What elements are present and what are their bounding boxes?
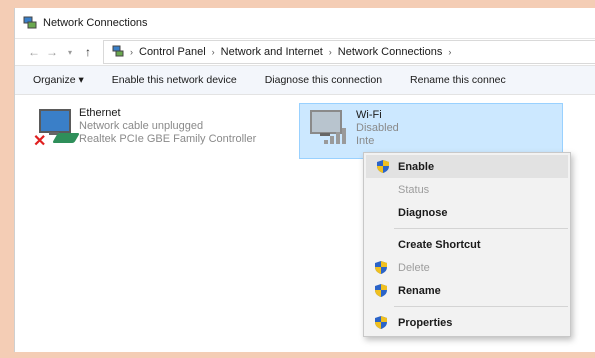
- enable-device-button[interactable]: Enable this network device: [98, 74, 251, 86]
- breadcrumb-dropdown-icon[interactable]: ›: [448, 47, 451, 57]
- ethernet-connection[interactable]: ✕ Ethernet Network cable unplugged Realt…: [33, 107, 257, 150]
- connection-adapter: Realtek PCIe GBE Family Controller: [79, 133, 257, 145]
- breadcrumb-separator-icon: ›: [130, 47, 133, 57]
- breadcrumb-network-and-internet[interactable]: Network and Internet: [221, 46, 323, 58]
- uac-shield-icon: [374, 315, 388, 330]
- title-bar: Network Connections: [15, 8, 595, 38]
- context-menu: Enable Status Diagnose Create Shortcut D…: [363, 152, 571, 337]
- forward-arrow-icon[interactable]: →: [43, 45, 61, 59]
- recent-dropdown-icon[interactable]: ▾: [61, 48, 79, 57]
- up-arrow-icon[interactable]: ↑: [79, 45, 97, 59]
- address-bar-row: ← → ▾ ↑ › Control Panel › Network and In…: [15, 38, 595, 65]
- ethernet-adapter-icon: ✕: [33, 107, 80, 150]
- menu-item-label: Enable: [398, 160, 435, 173]
- disconnected-x-icon: ✕: [33, 133, 47, 150]
- connection-name: Ethernet: [79, 107, 121, 119]
- menu-separator: [394, 306, 568, 307]
- menu-item-create-shortcut[interactable]: Create Shortcut: [364, 233, 570, 256]
- menu-separator: [394, 228, 568, 229]
- uac-shield-icon: [374, 260, 388, 275]
- breadcrumb-control-panel[interactable]: Control Panel: [139, 46, 206, 58]
- menu-item-label: Create Shortcut: [398, 238, 481, 251]
- menu-item-status: Status: [364, 178, 570, 201]
- breadcrumb-network-connections[interactable]: Network Connections: [338, 46, 443, 58]
- connection-name: Wi-Fi: [356, 109, 382, 121]
- wifi-connection[interactable]: Wi-Fi Disabled Inte: [299, 103, 563, 159]
- breadcrumb-separator-icon: ›: [328, 47, 332, 57]
- rename-connection-button[interactable]: Rename this connec: [396, 74, 520, 86]
- address-bar[interactable]: › Control Panel › Network and Internet ›…: [103, 40, 595, 64]
- organize-button[interactable]: Organize ▾: [15, 74, 98, 86]
- back-arrow-icon[interactable]: ←: [25, 45, 43, 59]
- uac-shield-icon: [376, 159, 390, 174]
- control-panel-icon: [112, 45, 124, 60]
- signal-bars-icon: [324, 128, 348, 144]
- menu-item-label: Rename: [398, 284, 441, 297]
- menu-item-label: Delete: [398, 261, 430, 274]
- network-connections-icon: [23, 16, 37, 30]
- uac-shield-icon: [374, 283, 388, 298]
- menu-item-diagnose[interactable]: Diagnose: [364, 201, 570, 224]
- menu-item-label: Properties: [398, 316, 453, 329]
- menu-item-rename[interactable]: Rename: [364, 279, 570, 302]
- connection-status: Network cable unplugged: [79, 120, 204, 132]
- connection-status: Disabled: [356, 122, 399, 134]
- menu-item-properties[interactable]: Properties: [364, 311, 570, 334]
- wifi-adapter-icon: [304, 108, 350, 148]
- breadcrumb-separator-icon: ›: [211, 47, 215, 57]
- command-bar: Organize ▾ Enable this network device Di…: [15, 65, 595, 95]
- diagnose-connection-button[interactable]: Diagnose this connection: [251, 74, 396, 86]
- connection-adapter: Inte: [356, 135, 375, 147]
- menu-item-label: Status: [398, 183, 430, 196]
- window-title: Network Connections: [43, 17, 148, 29]
- menu-item-delete: Delete: [364, 256, 570, 279]
- menu-item-enable[interactable]: Enable: [366, 155, 568, 178]
- menu-item-label: Diagnose: [398, 206, 448, 219]
